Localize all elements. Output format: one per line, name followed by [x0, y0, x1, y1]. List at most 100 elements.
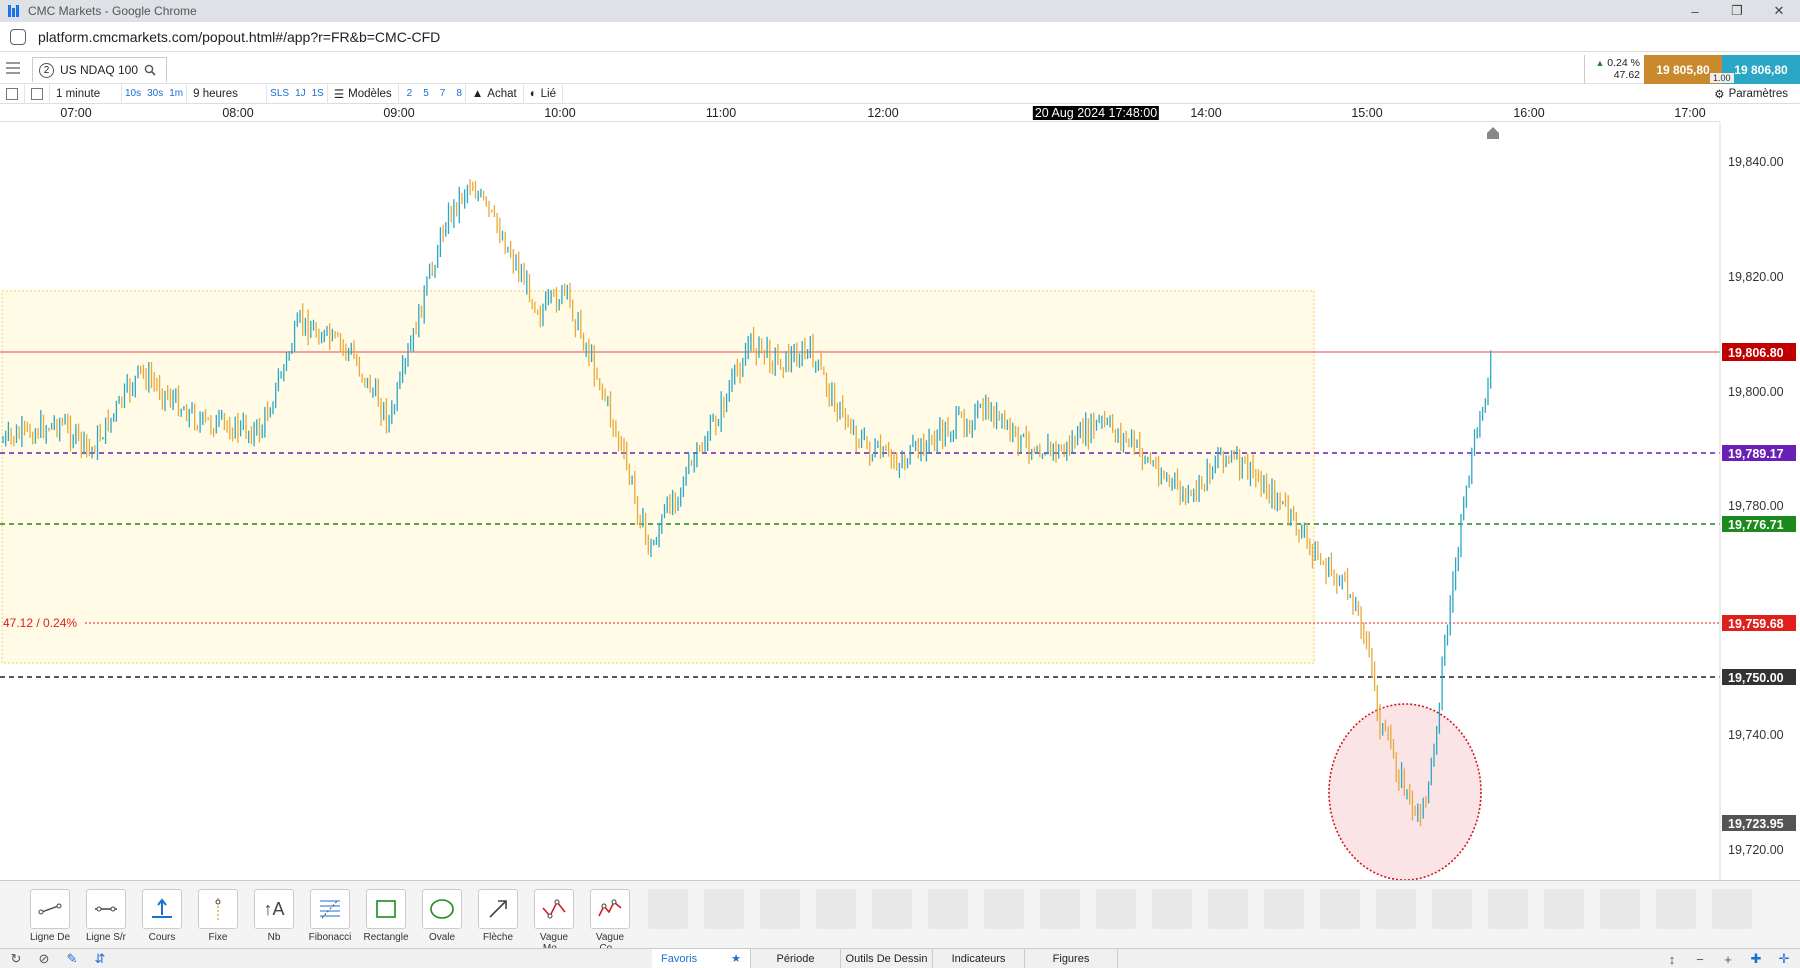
tool-rectangle[interactable]: Rectangle [363, 889, 409, 943]
linked-button[interactable]: ◐ Lié [524, 83, 564, 104]
cancel-icon[interactable]: ⊘ [36, 951, 52, 967]
link-icon: ◐ [529, 87, 537, 100]
interval-30s[interactable]: 30s [144, 84, 166, 104]
tool-fibonacci[interactable]: Fibonacci [307, 889, 353, 943]
tool-label: Cours [148, 932, 176, 943]
empty-tool-slot[interactable] [760, 889, 800, 929]
price-tag-black: 19,750.00 [1728, 671, 1784, 685]
linked-label: Lié [540, 87, 557, 100]
tool-line[interactable]: Ligne De ... [27, 889, 73, 954]
range-1j[interactable]: 1J [292, 84, 309, 104]
highlight-oval[interactable] [1328, 703, 1482, 881]
tool-arrow[interactable]: Flèche [475, 889, 521, 943]
tab-figures[interactable]: Figures [1024, 949, 1118, 968]
empty-tool-slot[interactable] [1544, 889, 1584, 929]
empty-tool-slot[interactable] [1376, 889, 1416, 929]
empty-tool-slot[interactable] [648, 889, 688, 929]
tab-drawing-tools[interactable]: Outils De Dessin [840, 949, 932, 968]
url-text[interactable]: platform.cmcmarkets.com/popout.html#/app… [38, 29, 440, 45]
tool-label: Fixe [208, 932, 228, 943]
range-select[interactable]: 9 heures [187, 83, 268, 104]
price-tag-purple: 19,789.17 [1728, 447, 1784, 461]
time-label: 11:00 [705, 106, 737, 120]
zoom-out-icon[interactable]: − [1692, 951, 1708, 967]
preset-8[interactable]: 8 [448, 83, 466, 104]
list-view-button[interactable] [0, 83, 25, 104]
window-controls: – ❐ ✕ [1674, 0, 1800, 22]
empty-tool-slot[interactable] [1600, 889, 1640, 929]
buy-button[interactable]: 19 806,80 1.00 [1710, 55, 1800, 84]
preset-7[interactable]: 7 [432, 84, 449, 104]
preset-2[interactable]: 2 [399, 84, 416, 104]
empty-tool-slot[interactable] [984, 889, 1024, 929]
zoom-in-icon[interactable]: + [1720, 951, 1736, 967]
tool-text[interactable]: ↑A Nb [251, 889, 297, 943]
grid-icon [31, 87, 43, 100]
site-settings-icon[interactable] [10, 28, 26, 45]
restore-icon[interactable]: ❐ [1716, 0, 1758, 22]
crosshair-icon[interactable]: ✚ [1748, 951, 1764, 967]
interval-10s[interactable]: 10s [122, 84, 144, 104]
empty-tool-slot[interactable] [928, 889, 968, 929]
instrument-tab[interactable]: 2 US NDAQ 100 [32, 57, 168, 82]
empty-tool-slot[interactable] [1208, 889, 1248, 929]
pencil-icon[interactable]: ✎ [64, 951, 80, 967]
tool-label: Fibonacci [308, 932, 352, 943]
refresh-icon[interactable]: ↻ [8, 951, 24, 967]
zone-rectangle[interactable] [1, 290, 1315, 664]
menu-icon[interactable] [6, 62, 20, 76]
line-icon [30, 889, 70, 929]
range-1s[interactable]: 1S [309, 83, 328, 104]
search-icon[interactable] [144, 64, 156, 76]
tab-periode[interactable]: Période [750, 949, 840, 968]
close-icon[interactable]: ✕ [1758, 0, 1800, 22]
time-label: 09:00 [383, 106, 415, 120]
price-label: 19,800.00 [1728, 385, 1784, 399]
tab-indicators[interactable]: Indicateurs [932, 949, 1024, 968]
tool-wave[interactable]: Vague Mo... [531, 889, 577, 954]
empty-tool-slot[interactable] [1320, 889, 1360, 929]
empty-tool-slot[interactable] [1712, 889, 1752, 929]
crosshair-snap-icon[interactable]: ✛ [1776, 951, 1792, 967]
arrow-icon [478, 889, 518, 929]
tab-favoris-label: Favoris [661, 952, 698, 965]
minimize-icon[interactable]: – [1674, 0, 1716, 22]
tool-sr-line[interactable]: Ligne S/r [83, 889, 129, 943]
empty-tool-slot[interactable] [1264, 889, 1304, 929]
templates-button[interactable]: ☰ Modèles [328, 83, 399, 104]
settings-label: Paramètres [1728, 88, 1788, 100]
tool-fixed[interactable]: Fixe [195, 889, 241, 943]
oval-icon [422, 889, 462, 929]
empty-tool-slot[interactable] [1656, 889, 1696, 929]
empty-tool-slot[interactable] [1488, 889, 1528, 929]
fit-icon[interactable]: ↕ [1664, 951, 1680, 967]
change-annotation: 47.12 / 0.24% [3, 616, 77, 630]
tool-wave2[interactable]: Vague Co... [587, 889, 633, 954]
price-label: 19,780.00 [1728, 499, 1784, 513]
empty-tool-slot[interactable] [1040, 889, 1080, 929]
layout-button[interactable] [25, 83, 50, 104]
settings-button[interactable]: ⚙ Paramètres [1714, 84, 1788, 104]
tool-label: Ovale [428, 932, 456, 943]
tool-oval[interactable]: Ovale [419, 889, 465, 943]
chart-canvas[interactable]: 47.12 / 0.24% 19,840.00 19,820.00 19,800… [0, 122, 1800, 881]
empty-tool-slot[interactable] [1096, 889, 1136, 929]
preset-5[interactable]: 5 [415, 84, 432, 104]
interval-select[interactable]: 1 minute [50, 83, 122, 104]
price-chart[interactable]: 47.12 / 0.24% 19,840.00 19,820.00 19,800… [0, 122, 1800, 881]
empty-tool-slot[interactable] [1432, 889, 1472, 929]
range-sls[interactable]: SLS [267, 84, 292, 104]
address-bar[interactable]: platform.cmcmarkets.com/popout.html#/app… [0, 22, 1800, 52]
empty-tool-slot[interactable] [816, 889, 856, 929]
empty-tool-slot[interactable] [1152, 889, 1192, 929]
side-button[interactable]: ▲ Achat [466, 83, 524, 104]
cmc-app-icon [8, 5, 20, 17]
wave2-icon [590, 889, 630, 929]
empty-tool-slot[interactable] [872, 889, 912, 929]
magnet-icon[interactable]: ⇵ [92, 951, 108, 967]
price-tag-red: 19,759.68 [1728, 617, 1784, 631]
tool-price[interactable]: Cours [139, 889, 185, 943]
empty-tool-slot[interactable] [704, 889, 744, 929]
tab-favoris[interactable]: Favoris ★ [652, 949, 750, 968]
interval-1m[interactable]: 1m [166, 83, 188, 104]
